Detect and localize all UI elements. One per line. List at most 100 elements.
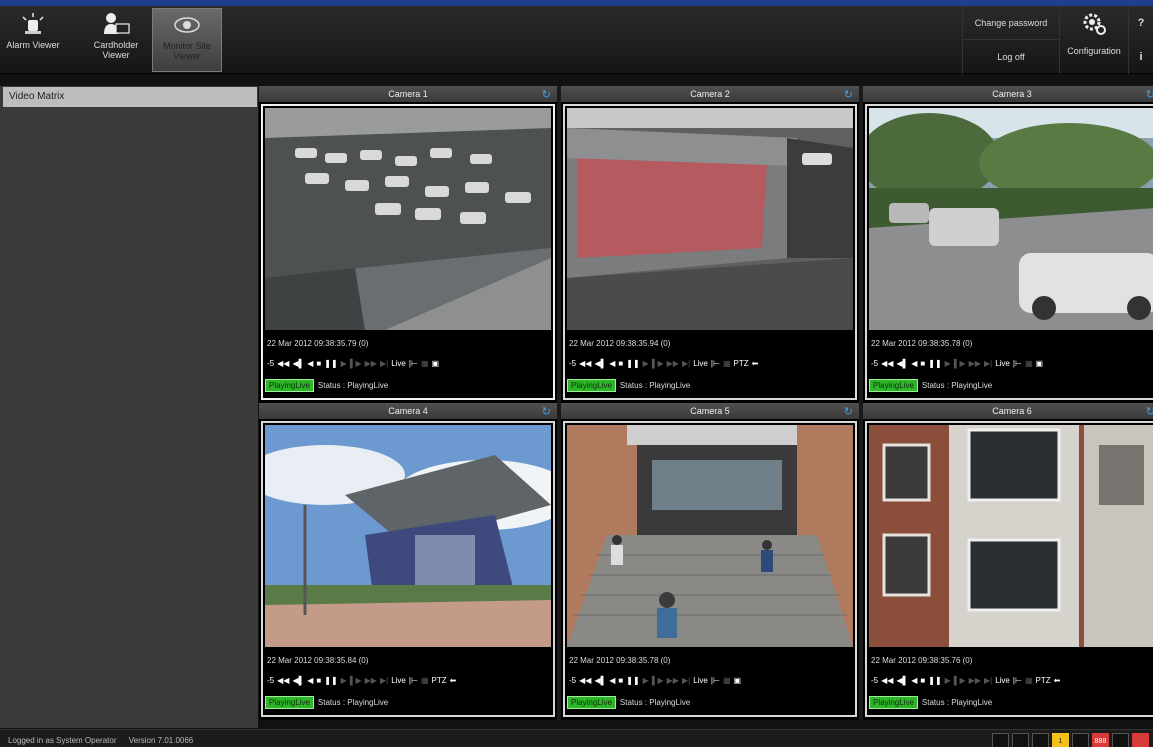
skip-end-icon[interactable]: ▶|: [984, 359, 992, 368]
play-icon[interactable]: ▶: [341, 359, 347, 368]
camera-video-feed[interactable]: [567, 108, 853, 330]
play-reverse-icon[interactable]: ◀: [911, 359, 917, 368]
step-back-icon[interactable]: ◀▌: [292, 676, 304, 685]
pause-icon[interactable]: ❚❚: [324, 676, 337, 685]
step-forward-icon[interactable]: ▌▶: [350, 359, 362, 368]
rewind-fast-icon[interactable]: ◀◀: [579, 676, 591, 685]
play-reverse-icon[interactable]: ◀: [307, 359, 313, 368]
cardholder-viewer-button[interactable]: Cardholder Viewer: [86, 8, 146, 72]
help-button[interactable]: ?: [1138, 17, 1145, 29]
indicator-box[interactable]: [1012, 733, 1029, 747]
play-icon[interactable]: ▶: [945, 359, 951, 368]
step-forward-icon[interactable]: ▌▶: [954, 676, 966, 685]
indicator-box[interactable]: [1032, 733, 1049, 747]
skip-end-icon[interactable]: ▶|: [682, 676, 690, 685]
log-off-button[interactable]: Log off: [963, 40, 1059, 74]
step-back-icon[interactable]: ◀▌: [594, 359, 606, 368]
stop-icon[interactable]: ■: [920, 359, 925, 368]
refresh-icon[interactable]: ↻: [542, 404, 551, 420]
step-forward-icon[interactable]: ▌▶: [350, 676, 362, 685]
ptz-button[interactable]: PTZ: [1036, 676, 1051, 685]
step-forward-icon[interactable]: ▌▶: [954, 359, 966, 368]
refresh-icon[interactable]: ↻: [844, 404, 853, 420]
camera-tile-5[interactable]: Camera 5 ↻ 22 Mar 2012 09:38:35.78 (0) -…: [561, 403, 859, 720]
live-button[interactable]: Live: [391, 359, 406, 368]
bookmark-icon[interactable]: ▦: [421, 359, 429, 368]
play-reverse-icon[interactable]: ◀: [609, 676, 615, 685]
step-back-icon[interactable]: ◀▌: [896, 359, 908, 368]
camera-video-feed[interactable]: [265, 108, 551, 330]
stop-icon[interactable]: ■: [316, 676, 321, 685]
alarm-viewer-button[interactable]: Alarm Viewer: [4, 8, 62, 72]
camera-video-feed[interactable]: [567, 425, 853, 647]
sidebar-item-video-matrix[interactable]: Video Matrix: [3, 87, 257, 107]
indicator-box[interactable]: [1112, 733, 1129, 747]
play-icon[interactable]: ▶: [341, 676, 347, 685]
indicator-red-small[interactable]: [1132, 733, 1149, 747]
skip-end-icon[interactable]: ▶|: [380, 359, 388, 368]
rewind-fast-icon[interactable]: ◀◀: [881, 676, 893, 685]
camera-tile-1[interactable]: Camera 1 ↻ 22 Mar 2012 09:38:35.79 (0) -…: [259, 86, 557, 403]
step-back-icon[interactable]: ◀▌: [292, 359, 304, 368]
stop-icon[interactable]: ■: [618, 359, 623, 368]
refresh-icon[interactable]: ↻: [844, 87, 853, 103]
refresh-icon[interactable]: ↻: [542, 87, 551, 103]
rewind-fast-icon[interactable]: ◀◀: [277, 676, 289, 685]
live-button[interactable]: Live: [693, 676, 708, 685]
step-back-icon[interactable]: ◀▌: [594, 676, 606, 685]
live-button[interactable]: Live: [995, 359, 1010, 368]
info-button[interactable]: i: [1139, 51, 1142, 63]
rewind-fast-icon[interactable]: ◀◀: [881, 359, 893, 368]
indicator-yellow[interactable]: 1: [1052, 733, 1069, 747]
bookmark-start-icon[interactable]: |⊢: [409, 359, 418, 368]
arrow-left-icon[interactable]: ⬅: [450, 676, 457, 685]
play-reverse-icon[interactable]: ◀: [307, 676, 313, 685]
skip-end-icon[interactable]: ▶|: [984, 676, 992, 685]
stop-icon[interactable]: ■: [920, 676, 925, 685]
bookmark-icon[interactable]: ▦: [723, 676, 731, 685]
pause-icon[interactable]: ❚❚: [324, 359, 337, 368]
play-icon[interactable]: ▶: [945, 676, 951, 685]
step-forward-icon[interactable]: ▌▶: [652, 676, 664, 685]
fast-forward-icon[interactable]: ▶▶: [969, 676, 981, 685]
play-reverse-icon[interactable]: ◀: [911, 676, 917, 685]
live-button[interactable]: Live: [995, 676, 1010, 685]
fast-forward-icon[interactable]: ▶▶: [667, 676, 679, 685]
fast-forward-icon[interactable]: ▶▶: [969, 359, 981, 368]
monitor-site-viewer-button[interactable]: Monitor Site Viewer: [152, 8, 222, 72]
fast-forward-icon[interactable]: ▶▶: [365, 676, 377, 685]
bookmark-icon[interactable]: ▦: [1025, 676, 1033, 685]
play-reverse-icon[interactable]: ◀: [609, 359, 615, 368]
change-password-button[interactable]: Change password: [963, 6, 1059, 40]
bookmark-start-icon[interactable]: |⊢: [711, 676, 720, 685]
rewind-fast-icon[interactable]: ◀◀: [579, 359, 591, 368]
camera-video-feed[interactable]: [265, 425, 551, 647]
indicator-box[interactable]: [1072, 733, 1089, 747]
indicator-red[interactable]: 888: [1092, 733, 1109, 747]
bookmark-icon[interactable]: ▦: [1025, 359, 1033, 368]
camera-tile-2[interactable]: Camera 2 ↻ 22 Mar 2012 09:38:35.94 (0) -…: [561, 86, 859, 403]
live-button[interactable]: Live: [693, 359, 708, 368]
ptz-button[interactable]: PTZ: [432, 676, 447, 685]
snapshot-icon[interactable]: ▣: [432, 359, 440, 368]
snapshot-icon[interactable]: ▣: [1036, 359, 1044, 368]
camera-video-feed[interactable]: [869, 425, 1153, 647]
fast-forward-icon[interactable]: ▶▶: [365, 359, 377, 368]
live-button[interactable]: Live: [391, 676, 406, 685]
bookmark-icon[interactable]: ▦: [723, 359, 731, 368]
bookmark-start-icon[interactable]: |⊢: [409, 676, 418, 685]
camera-tile-3[interactable]: Camera 3 ↻ 22 Mar 2012 09:38:35.78 (0) -…: [863, 86, 1153, 403]
bookmark-icon[interactable]: ▦: [421, 676, 429, 685]
indicator-box[interactable]: [992, 733, 1009, 747]
refresh-icon[interactable]: ↻: [1146, 87, 1153, 103]
pause-icon[interactable]: ❚❚: [626, 676, 639, 685]
skip-end-icon[interactable]: ▶|: [380, 676, 388, 685]
rewind-fast-icon[interactable]: ◀◀: [277, 359, 289, 368]
skip-end-icon[interactable]: ▶|: [682, 359, 690, 368]
pause-icon[interactable]: ❚❚: [928, 676, 941, 685]
fast-forward-icon[interactable]: ▶▶: [667, 359, 679, 368]
play-icon[interactable]: ▶: [643, 359, 649, 368]
arrow-left-icon[interactable]: ⬅: [1054, 676, 1061, 685]
refresh-icon[interactable]: ↻: [1146, 404, 1153, 420]
play-icon[interactable]: ▶: [643, 676, 649, 685]
